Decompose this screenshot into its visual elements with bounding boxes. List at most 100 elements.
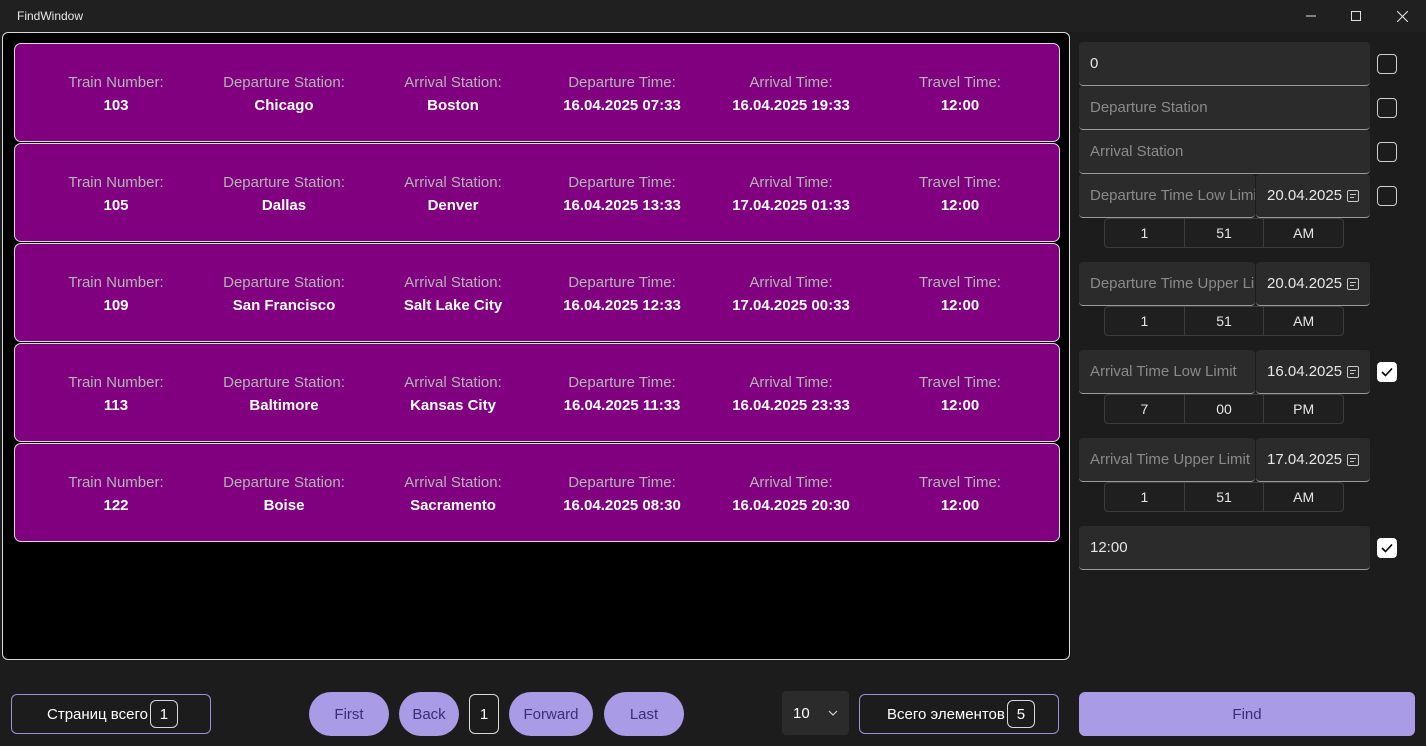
arrival-time-cell: Arrival Time: 16.04.2025 20:30 [706, 474, 876, 515]
arrival-time-upper-input[interactable]: Arrival Time Upper Limit [1079, 438, 1255, 482]
last-page-button[interactable]: Last [604, 692, 684, 736]
first-page-button[interactable]: First [309, 692, 389, 736]
train-card[interactable]: Train Number: 103 Departure Station: Chica… [14, 43, 1060, 142]
train-card[interactable]: Train Number: 109 Departure Station: San F… [14, 243, 1060, 342]
arrival-low-time-picker[interactable]: 7 00 PM [1104, 394, 1344, 424]
arrival-low-date-picker[interactable]: 16.04.2025 [1256, 350, 1370, 394]
minimize-button[interactable] [1288, 0, 1334, 32]
train-number-label: Train Number: [68, 474, 164, 491]
minute-value[interactable]: 51 [1185, 307, 1265, 335]
train-number-value: 105 [103, 197, 129, 214]
departure-station-value: Chicago [254, 97, 314, 114]
departure-station-value: Boise [263, 497, 305, 514]
departure-station-cell: Departure Station: Baltimore [199, 374, 369, 415]
train-number-label: Train Number: [68, 174, 164, 191]
period-value[interactable]: AM [1264, 219, 1343, 247]
close-button[interactable] [1379, 0, 1425, 32]
back-button[interactable]: Back [399, 692, 459, 736]
departure-station-input[interactable]: Departure Station [1079, 86, 1370, 130]
arrival-time-label: Arrival Time: [749, 274, 833, 291]
departure-time-cell: Departure Time: 16.04.2025 11:33 [537, 374, 707, 415]
hour-value[interactable]: 1 [1105, 307, 1185, 335]
hour-value[interactable]: 7 [1105, 395, 1185, 423]
pages-total-value: 1 [149, 700, 178, 728]
arrival-time-value: 17.04.2025 00:33 [732, 297, 850, 314]
arrival-time-cell: Arrival Time: 17.04.2025 01:33 [706, 174, 876, 215]
departure-low-date-value: 20.04.2025 [1267, 187, 1343, 204]
departure-time-cell: Departure Time: 16.04.2025 08:30 [537, 474, 707, 515]
travel-time-checkbox[interactable] [1377, 538, 1397, 558]
departure-low-checkbox[interactable] [1377, 186, 1397, 206]
train-number-cell: Train Number: 109 [31, 274, 201, 315]
minute-value[interactable]: 51 [1185, 483, 1265, 511]
maximize-button[interactable] [1333, 0, 1379, 32]
arrival-time-value: 16.04.2025 20:30 [732, 497, 850, 514]
travel-time-value: 12:00 [940, 197, 980, 214]
arrival-station-input[interactable]: Arrival Station [1079, 130, 1370, 174]
departure-station-value: San Francisco [232, 297, 336, 314]
arrival-station-value: Kansas City [410, 397, 496, 414]
train-number-checkbox[interactable] [1377, 54, 1397, 74]
train-number-input[interactable]: 0 [1079, 42, 1370, 86]
forward-button[interactable]: Forward [509, 692, 593, 736]
arrival-low-date-value: 16.04.2025 [1267, 363, 1343, 380]
pages-total-box: Страниц всего 1 [11, 694, 211, 734]
hour-value[interactable]: 1 [1105, 219, 1185, 247]
pagination-bar: Страниц всего 1 First Back 1 Forward Las… [1, 672, 1425, 746]
arrival-station-value: Salt Lake City [403, 297, 503, 314]
train-number-value: 103 [103, 97, 129, 114]
train-number-value: 109 [103, 297, 129, 314]
close-icon [1396, 10, 1408, 22]
travel-time-cell: Travel Time: 12:00 [875, 474, 1045, 515]
departure-low-date-picker[interactable]: 20.04.2025 [1256, 174, 1370, 218]
departure-station-label: Departure Station: [223, 374, 345, 391]
departure-station-cell: Departure Station: San Francisco [199, 274, 369, 315]
departure-low-time-picker[interactable]: 1 51 AM [1104, 218, 1344, 248]
train-number-cell: Train Number: 113 [31, 374, 201, 415]
period-value[interactable]: AM [1264, 307, 1343, 335]
results-list[interactable]: Train Number: 103 Departure Station: Chica… [2, 32, 1070, 660]
period-value[interactable]: PM [1264, 395, 1343, 423]
departure-time-label: Departure Time: [568, 474, 676, 491]
minute-value[interactable]: 00 [1185, 395, 1265, 423]
arrival-time-label: Arrival Time: [749, 374, 833, 391]
minute-value[interactable]: 51 [1185, 219, 1265, 247]
departure-time-upper-input[interactable]: Departure Time Upper Limit [1079, 262, 1255, 306]
departure-station-label: Departure Station: [223, 74, 345, 91]
arrival-low-checkbox[interactable] [1377, 362, 1397, 382]
travel-time-label: Travel Time: [919, 174, 1001, 191]
train-number-cell: Train Number: 122 [31, 474, 201, 515]
departure-station-checkbox[interactable] [1377, 98, 1397, 118]
arrival-station-checkbox[interactable] [1377, 142, 1397, 162]
calendar-icon [1347, 453, 1359, 466]
departure-time-value: 16.04.2025 12:33 [563, 297, 681, 314]
travel-time-input[interactable]: 12:00 [1079, 526, 1370, 570]
departure-upper-date-picker[interactable]: 20.04.2025 [1256, 262, 1370, 306]
arrival-time-value: 16.04.2025 23:33 [732, 397, 850, 414]
departure-time-value: 16.04.2025 13:33 [563, 197, 681, 214]
train-card[interactable]: Train Number: 122 Departure Station: Boise… [14, 443, 1060, 542]
train-card[interactable]: Train Number: 105 Departure Station: Dalla… [14, 143, 1060, 242]
period-value[interactable]: AM [1264, 483, 1343, 511]
arrival-station-value: Boston [427, 97, 479, 114]
items-total-value: 5 [1006, 700, 1035, 728]
arrival-time-low-input[interactable]: Arrival Time Low Limit [1079, 350, 1255, 394]
arrival-upper-date-picker[interactable]: 17.04.2025 [1256, 438, 1370, 482]
arrival-time-value: 17.04.2025 01:33 [732, 197, 850, 214]
departure-upper-time-picker[interactable]: 1 51 AM [1104, 306, 1344, 336]
train-number-value: 122 [103, 497, 129, 514]
calendar-icon [1347, 189, 1359, 202]
train-card[interactable]: Train Number: 113 Departure Station: Balti… [14, 343, 1060, 442]
travel-time-cell: Travel Time: 12:00 [875, 74, 1045, 115]
page-size-dropdown[interactable]: 10 [782, 691, 849, 735]
arrival-station-cell: Arrival Station: Kansas City [368, 374, 538, 415]
train-number-label: Train Number: [68, 74, 164, 91]
hour-value[interactable]: 1 [1105, 483, 1185, 511]
arrival-station-cell: Arrival Station: Boston [368, 74, 538, 115]
departure-station-label: Departure Station: [223, 474, 345, 491]
page-size-value: 10 [793, 704, 810, 722]
find-button[interactable]: Find [1079, 692, 1415, 736]
window-title: FindWindow [17, 9, 84, 23]
departure-time-low-input[interactable]: Departure Time Low Limit [1079, 174, 1255, 218]
arrival-upper-time-picker[interactable]: 1 51 AM [1104, 482, 1344, 512]
